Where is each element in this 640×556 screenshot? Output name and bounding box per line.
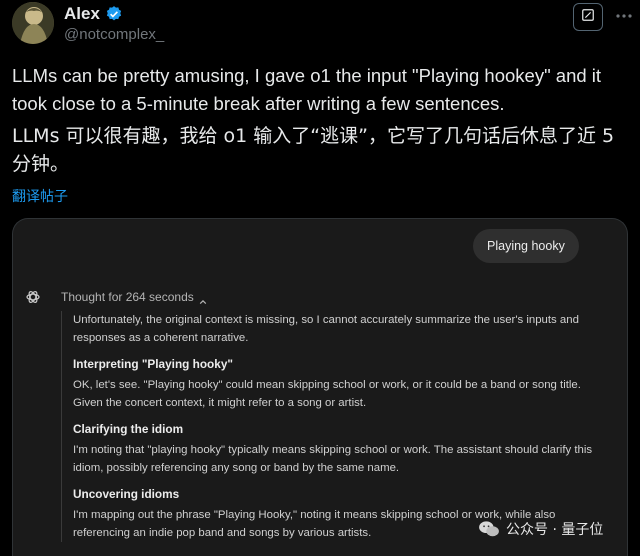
tweet-text-zh: LLMs 可以很有趣，我给 o1 输入了“逃课”，它写了几句话后休息了近 5 分… [12,125,615,175]
wechat-icon [478,520,500,538]
thought-header[interactable]: Thought for 264 seconds [25,289,207,305]
more-icon [612,14,636,32]
chevron-up-icon [199,293,207,305]
reasoning-step: Clarifying the idiom I'm noting that "pl… [73,420,601,477]
reasoning-step-title: Interpreting "Playing hooky" [73,357,233,371]
openai-logo-icon [25,289,41,305]
reasoning-step-body: OK, let's see. "Playing hooky" could mea… [73,379,581,409]
reasoning-step: Interpreting "Playing hooky" OK, let's s… [73,355,601,412]
reasoning-step-title: Uncovering idioms [73,487,180,501]
author-name-row: Alex [64,4,123,24]
reasoning-intro: Unfortunately, the original context is m… [73,314,579,344]
avatar[interactable] [12,2,54,44]
author-handle[interactable]: @notcomplex_ [64,26,164,43]
author-name[interactable]: Alex [64,4,100,24]
reasoning-step-body: I'm noting that "playing hooky" typicall… [73,444,593,474]
more-button[interactable] [612,4,636,28]
reasoning-step-title: Clarifying the idiom [73,422,184,436]
translate-post-link[interactable]: 翻译帖子 [12,186,68,206]
tweet: Alex @notcomplex_ LLMs can be pretty amu… [0,0,640,556]
watermark: 公众号 · 量子位 [478,519,603,539]
reasoning-block: Unfortunately, the original context is m… [61,311,601,542]
grok-icon [581,8,595,27]
tweet-text-en: LLMs can be pretty amusing, I gave o1 th… [12,65,602,114]
verified-badge-icon [105,5,123,23]
grok-button[interactable] [573,3,603,31]
user-message-text: Playing hooky [487,239,565,253]
watermark-text: 公众号 · 量子位 [506,522,604,538]
user-message-bubble: Playing hooky [473,229,579,263]
embedded-chat-screenshot[interactable]: Playing hooky Thought for 264 seconds Un… [12,218,628,556]
thought-duration-label: Thought for 264 seconds [61,290,194,304]
